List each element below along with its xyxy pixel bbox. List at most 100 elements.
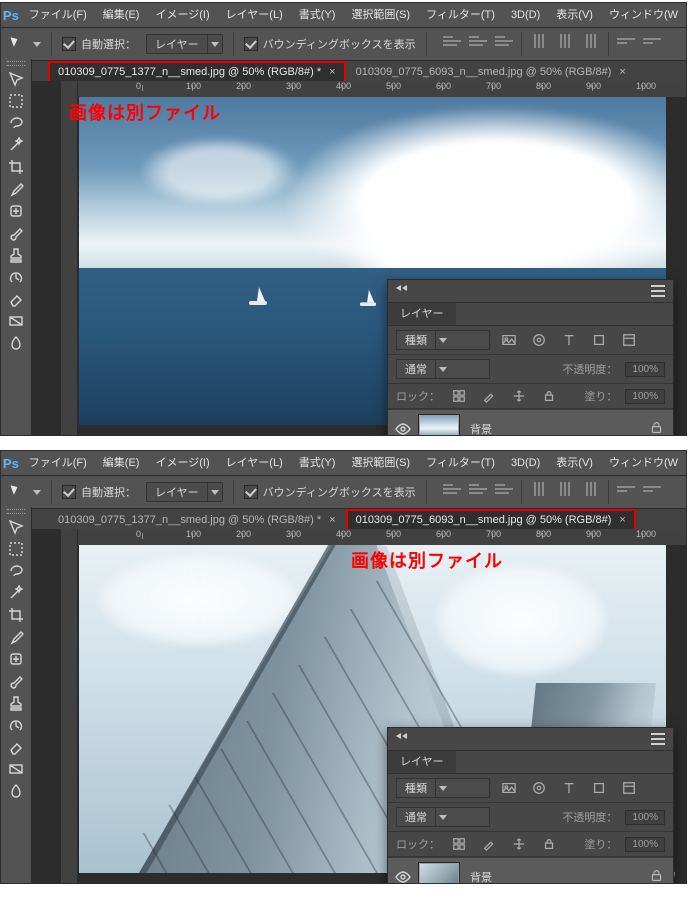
smudge-tool[interactable] [1, 780, 31, 802]
menu-item[interactable]: フィルター(T) [418, 3, 503, 27]
menu-item[interactable]: 書式(Y) [291, 451, 344, 475]
panel-menu-icon[interactable] [651, 733, 665, 745]
filter-fx-icon[interactable] [528, 780, 550, 796]
crop-tool[interactable] [1, 604, 31, 626]
show-bounding-box-check[interactable]: バウンディングボックスを表示 [244, 36, 416, 52]
distribute-icon[interactable] [556, 32, 574, 50]
target-dropdown[interactable]: レイヤー [146, 482, 223, 502]
blend-mode-dropdown[interactable]: 通常 [396, 359, 490, 379]
distribute-icon[interactable] [582, 480, 600, 498]
collapse-icon[interactable] [396, 285, 408, 297]
lock-locksm-icon[interactable] [538, 836, 560, 852]
panel-menu-icon[interactable] [651, 285, 665, 297]
eyedrop-tool[interactable] [1, 178, 31, 200]
misc-align-icon[interactable] [643, 480, 661, 498]
target-dropdown[interactable]: レイヤー [146, 34, 223, 54]
grad-tool[interactable] [1, 758, 31, 780]
wand-tool[interactable] [1, 134, 31, 156]
align-icon[interactable] [443, 480, 461, 498]
lasso-tool[interactable] [1, 112, 31, 134]
filter-fx-icon[interactable] [528, 332, 550, 348]
close-icon[interactable]: × [619, 66, 625, 78]
menu-item[interactable]: 3D(D) [503, 3, 548, 27]
blend-mode-dropdown[interactable]: 通常 [396, 807, 490, 827]
layer-row[interactable]: 背景 [388, 409, 673, 436]
panel-grip-icon[interactable] [1, 59, 31, 68]
menu-item[interactable]: 表示(V) [548, 3, 601, 27]
opacity-value[interactable]: 100% [625, 362, 665, 377]
filter-T-icon[interactable] [558, 780, 580, 796]
stamp-tool[interactable] [1, 692, 31, 714]
misc-align-icon[interactable] [617, 32, 635, 50]
lock-brbr-icon[interactable] [478, 388, 500, 404]
menu-item[interactable]: 選択範囲(S) [343, 451, 418, 475]
auto-select-check[interactable]: 自動選択： [62, 484, 136, 500]
menu-item[interactable]: イメージ(I) [147, 3, 217, 27]
menu-item[interactable]: 表示(V) [548, 451, 601, 475]
menu-item[interactable]: 書式(Y) [291, 3, 344, 27]
lock-arws-icon[interactable] [508, 836, 530, 852]
menu-item[interactable]: レイヤー(L) [218, 451, 291, 475]
menu-item[interactable]: ウィンドウ(W [601, 451, 686, 475]
document-tab[interactable]: 010309_0775_1377_n__smed.jpg @ 50% (RGB/… [48, 509, 346, 531]
visibility-icon[interactable] [388, 869, 418, 884]
history-tool[interactable] [1, 266, 31, 288]
move-tool[interactable] [1, 68, 31, 90]
distribute-icon[interactable] [530, 32, 548, 50]
align-icon[interactable] [495, 32, 513, 50]
layers-panel[interactable]: レイヤー種類通常不透明度：100%ロック：塗り：100%背景 [387, 727, 674, 884]
align-icon[interactable] [495, 480, 513, 498]
distribute-icon[interactable] [556, 480, 574, 498]
chevron-down-icon[interactable] [33, 490, 41, 495]
heal-tool[interactable] [1, 648, 31, 670]
misc-align-icon[interactable] [617, 480, 635, 498]
visibility-icon[interactable] [388, 421, 418, 436]
auto-select-check[interactable]: 自動選択： [62, 36, 136, 52]
menu-item[interactable]: レイヤー(L) [218, 3, 291, 27]
marq-tool[interactable] [1, 538, 31, 560]
filter-img-icon[interactable] [498, 332, 520, 348]
fill-value[interactable]: 100% [625, 389, 665, 404]
filter-img-icon[interactable] [498, 780, 520, 796]
filter-menu-icon[interactable] [618, 332, 640, 348]
layer-thumbnail[interactable] [418, 862, 460, 884]
show-bounding-box-check[interactable]: バウンディングボックスを表示 [244, 484, 416, 500]
document-tab[interactable]: 010309_0775_6093_n__smed.jpg @ 50% (RGB/… [346, 509, 636, 531]
distribute-icon[interactable] [582, 32, 600, 50]
crop-tool[interactable] [1, 156, 31, 178]
layers-tab[interactable]: レイヤー [388, 303, 456, 325]
lock-arws-icon[interactable] [508, 388, 530, 404]
chevron-down-icon[interactable] [33, 42, 41, 47]
eyedrop-tool[interactable] [1, 626, 31, 648]
smudge-tool[interactable] [1, 332, 31, 354]
eraser-tool[interactable] [1, 288, 31, 310]
menu-item[interactable]: フィルター(T) [418, 451, 503, 475]
layer-thumbnail[interactable] [418, 414, 460, 436]
distribute-icon[interactable] [530, 480, 548, 498]
close-icon[interactable]: × [619, 514, 625, 526]
lock-pix-icon[interactable] [448, 388, 470, 404]
fill-value[interactable]: 100% [625, 837, 665, 852]
layer-name[interactable]: 背景 [470, 869, 492, 884]
lasso-tool[interactable] [1, 560, 31, 582]
filter-T-icon[interactable] [558, 332, 580, 348]
close-icon[interactable]: × [329, 66, 335, 78]
move-tool[interactable] [1, 516, 31, 538]
menu-item[interactable]: 選択範囲(S) [343, 3, 418, 27]
stamp-tool[interactable] [1, 244, 31, 266]
lock-pix-icon[interactable] [448, 836, 470, 852]
filter-menu-icon[interactable] [618, 780, 640, 796]
menu-item[interactable]: 編集(E) [95, 3, 148, 27]
marq-tool[interactable] [1, 90, 31, 112]
menu-item[interactable]: ファイル(F) [21, 451, 95, 475]
heal-tool[interactable] [1, 200, 31, 222]
menu-item[interactable]: 編集(E) [95, 451, 148, 475]
lock-locksm-icon[interactable] [538, 388, 560, 404]
grad-tool[interactable] [1, 310, 31, 332]
wand-tool[interactable] [1, 582, 31, 604]
brush-tool[interactable] [1, 670, 31, 692]
document-tab[interactable]: 010309_0775_1377_n__smed.jpg @ 50% (RGB/… [48, 61, 346, 83]
misc-align-icon[interactable] [643, 32, 661, 50]
brush-tool[interactable] [1, 222, 31, 244]
layer-name[interactable]: 背景 [470, 421, 492, 436]
